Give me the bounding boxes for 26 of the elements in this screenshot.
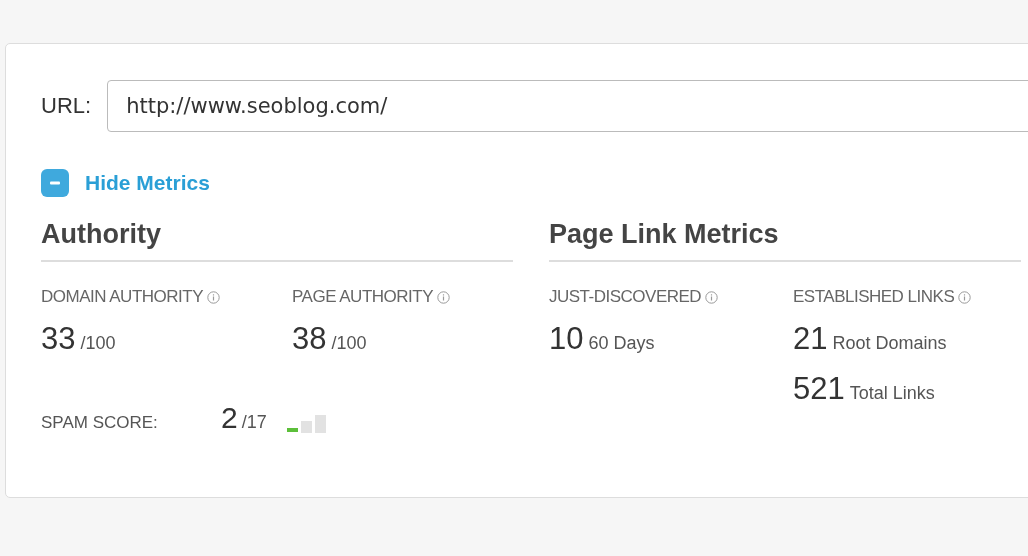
metric-value: 10 — [549, 321, 584, 357]
metric-unit: 60 Days — [588, 333, 655, 354]
metric-label: JUST-DISCOVERED — [549, 287, 702, 307]
metric-label: DOMAIN AUTHORITY — [41, 287, 203, 307]
metric-value: 21 — [793, 321, 828, 357]
info-icon[interactable] — [437, 290, 450, 304]
metric-value: 33 — [41, 321, 76, 357]
url-label: URL: — [41, 93, 92, 119]
info-icon[interactable] — [705, 290, 719, 304]
metric-unit: Root Domains — [832, 333, 947, 354]
spam-score-label: SPAM SCORE: — [41, 413, 159, 433]
spam-score-value: 2 — [221, 401, 238, 435]
info-icon[interactable] — [207, 290, 220, 304]
metric-value: 521 — [793, 371, 845, 407]
info-icon[interactable] — [958, 290, 972, 304]
metric-value: 38 — [292, 321, 327, 357]
metric-unit: Total Links — [849, 383, 935, 404]
metric-unit: /100 — [331, 333, 367, 354]
section-heading: Page Link Metrics — [549, 219, 1021, 262]
metric-unit: /100 — [80, 333, 116, 354]
spam-score-unit: /17 — [241, 412, 267, 433]
metric-label: PAGE AUTHORITY — [292, 287, 433, 307]
metric-label: ESTABLISHED LINKS — [793, 287, 955, 307]
section-heading: Authority — [41, 219, 513, 262]
collapse-icon[interactable] — [41, 169, 69, 197]
url-field[interactable]: http://www.seoblog.com/ — [107, 80, 1028, 132]
